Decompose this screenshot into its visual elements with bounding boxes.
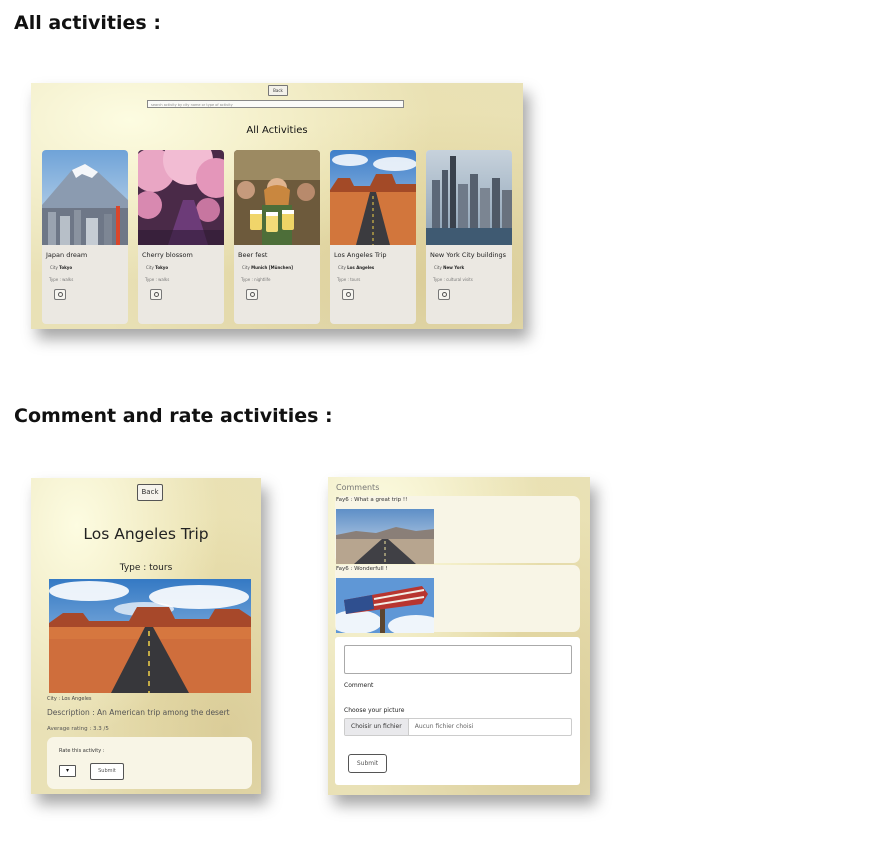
comment-text: Fay6 : Wonderfull ! bbox=[336, 566, 388, 572]
submit-rating-button[interactable]: Submit bbox=[90, 763, 124, 780]
activity-detail-screenshot: Back Los Angeles Trip Type : tours City … bbox=[31, 478, 261, 794]
city-label: City bbox=[242, 265, 250, 270]
activity-type: Type : walks bbox=[49, 277, 74, 282]
activity-city: Tokyo bbox=[155, 265, 169, 270]
activity-city: City : Los Angeles bbox=[47, 696, 92, 702]
section-title-all-activities: All activities : bbox=[14, 12, 161, 34]
activity-image bbox=[426, 150, 512, 245]
rate-label: Rate this activity : bbox=[59, 748, 105, 754]
activity-city: Munich [München] bbox=[251, 265, 293, 270]
activity-description: Description : An American trip among the… bbox=[47, 708, 230, 717]
activity-name: Cherry blossom bbox=[142, 251, 193, 259]
comment-picture bbox=[336, 578, 434, 633]
file-status: Aucun fichier choisi bbox=[414, 723, 474, 730]
city-label: City bbox=[338, 265, 346, 270]
comment-item: Fay6 : What a great trip !! bbox=[335, 496, 580, 564]
all-activities-screenshot: Back search activity by city name or typ… bbox=[31, 83, 523, 329]
city-label: City bbox=[434, 265, 442, 270]
comment-icon-button[interactable] bbox=[150, 289, 162, 300]
file-input[interactable]: Choisir un fichier Aucun fichier choisi bbox=[344, 718, 572, 736]
comment-item: Fay6 : Wonderfull ! bbox=[335, 565, 580, 633]
activity-name: Los Angeles Trip bbox=[334, 251, 387, 259]
activity-type: Type : nightlife bbox=[241, 277, 271, 282]
comment-icon-button[interactable] bbox=[342, 289, 354, 300]
comment-label: Comment bbox=[344, 682, 374, 689]
comment-picture bbox=[336, 509, 434, 564]
activity-name: Beer fest bbox=[238, 251, 268, 259]
comment-icon-button[interactable] bbox=[246, 289, 258, 300]
activity-title: Los Angeles Trip bbox=[83, 525, 209, 543]
activity-card[interactable]: Japan dream City Tokyo Type : walks bbox=[42, 150, 128, 324]
activity-type: Type : walks bbox=[145, 277, 170, 282]
rating-form: Rate this activity : ▾ Submit bbox=[47, 737, 252, 789]
activity-city: Los Angeles bbox=[347, 265, 375, 270]
city-label: City bbox=[50, 265, 58, 270]
activity-city: New York bbox=[443, 265, 465, 270]
activity-image bbox=[330, 150, 416, 245]
activity-card[interactable]: Beer fest City Munich [München] Type : n… bbox=[234, 150, 320, 324]
activity-name: Japan dream bbox=[46, 251, 88, 259]
activity-image bbox=[138, 150, 224, 245]
comments-screenshot: Comments Fay6 : What a great trip !! Fay… bbox=[328, 477, 590, 795]
activity-card[interactable]: New York City buildings City New York Ty… bbox=[426, 150, 512, 324]
activity-image bbox=[234, 150, 320, 245]
chevron-down-icon: ▾ bbox=[65, 767, 69, 774]
page-title: All Activities bbox=[246, 125, 308, 136]
choose-file-button[interactable]: Choisir un fichier bbox=[345, 719, 409, 735]
activity-city: Tokyo bbox=[59, 265, 73, 270]
activity-type: Type : tours bbox=[337, 277, 361, 282]
activity-card[interactable]: Los Angeles Trip City Los Angeles Type :… bbox=[330, 150, 416, 324]
comment-text: Fay6 : What a great trip !! bbox=[336, 497, 408, 503]
comment-textarea[interactable] bbox=[344, 645, 572, 674]
rating-select[interactable]: ▾ bbox=[59, 765, 76, 777]
activity-type: Type : cultural visits bbox=[433, 277, 473, 282]
activity-type: Type : tours bbox=[119, 563, 173, 573]
activity-name: New York City buildings bbox=[430, 251, 507, 259]
submit-comment-button[interactable]: Submit bbox=[348, 754, 387, 773]
comment-form: Comment Choose your picture Choisir un f… bbox=[335, 637, 580, 785]
search-input[interactable]: search activity by city name or type of … bbox=[147, 100, 404, 108]
back-button[interactable]: Back bbox=[268, 85, 288, 96]
city-label: City bbox=[146, 265, 154, 270]
activity-image bbox=[42, 150, 128, 245]
comments-heading: Comments bbox=[336, 483, 380, 492]
picture-label: Choose your picture bbox=[344, 707, 405, 714]
comment-icon-button[interactable] bbox=[54, 289, 66, 300]
section-title-comment-rate: Comment and rate activities : bbox=[14, 405, 333, 427]
comment-icon-button[interactable] bbox=[438, 289, 450, 300]
activity-image bbox=[49, 579, 251, 693]
average-rating: Average rating : 3.3 /5 bbox=[47, 726, 109, 732]
activity-card[interactable]: Cherry blossom City Tokyo Type : walks bbox=[138, 150, 224, 324]
back-button[interactable]: Back bbox=[137, 484, 163, 501]
